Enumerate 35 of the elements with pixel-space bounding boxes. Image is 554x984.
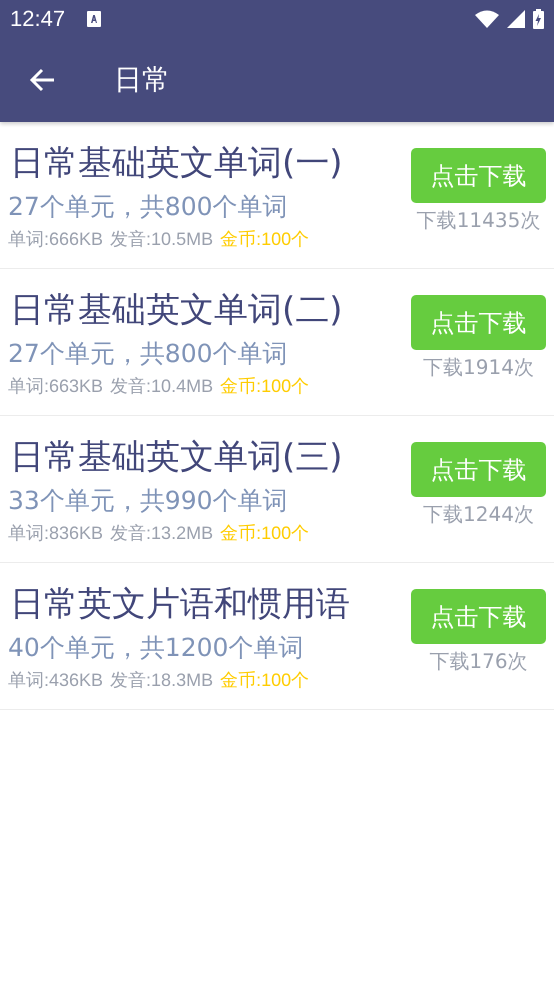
download-button[interactable]: 点击下载 [411,148,546,203]
coin-price: 金币:100个 [220,374,310,398]
audio-size: 发音:10.5MB [110,228,214,250]
status-time: 12:47 [10,6,66,32]
wifi-icon [475,10,499,28]
back-arrow-icon[interactable] [30,68,56,92]
keyboard-icon [87,11,102,27]
download-count: 下载1914次 [423,354,534,381]
download-count: 下载176次 [429,648,528,675]
download-count: 下载1244次 [423,501,534,528]
words-size: 单词:666KB [8,228,104,250]
download-button[interactable]: 点击下载 [411,589,546,644]
coin-price: 金币:100个 [220,668,310,692]
book-title: 日常基础英文单词(二) [9,288,343,332]
words-size: 单词:836KB [8,522,104,544]
audio-size: 发音:13.2MB [110,522,214,544]
book-summary: 40个单元，共1200个单词 [8,632,304,664]
coin-price: 金币:100个 [220,228,310,250]
download-button[interactable]: 点击下载 [411,442,546,497]
book-summary: 27个单元，共800个单词 [8,338,289,370]
audio-size: 发音:10.4MB [110,374,214,398]
audio-size: 发音:18.3MB [110,668,214,692]
book-title: 日常基础英文单词(三) [9,436,343,478]
words-size: 单词:663KB [8,374,104,398]
signal-icon [507,10,525,28]
book-summary: 27个单元，共800个单词 [8,190,289,222]
coin-price: 金币:100个 [220,522,310,544]
page-title: 日常 [114,62,170,98]
words-size: 单词:436KB [8,668,104,692]
battery-icon [533,9,544,29]
download-count: 下载11435次 [416,207,540,234]
book-summary: 33个单元，共990个单词 [8,484,289,516]
book-title: 日常英文片语和惯用语 [9,582,350,626]
download-button[interactable]: 点击下载 [411,295,546,350]
book-title: 日常基础英文单词(一) [9,142,343,184]
